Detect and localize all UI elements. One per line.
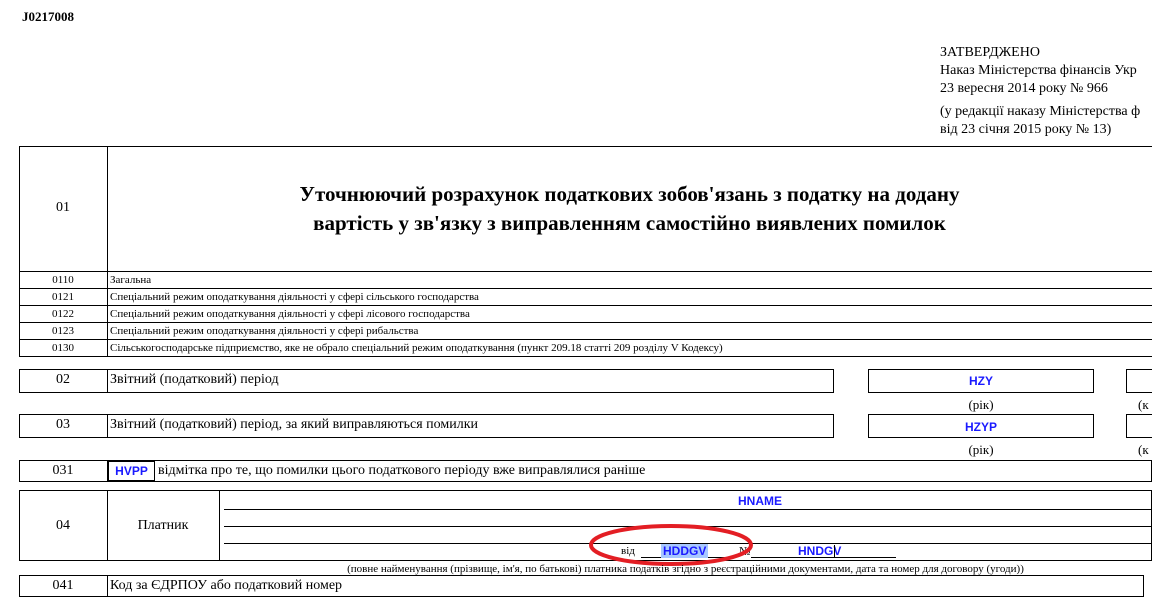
text-cursor	[834, 545, 835, 557]
payer-label: Платник	[137, 518, 189, 533]
approval-line: (у редакції наказу Міністерства ф	[940, 104, 1141, 119]
type-label: Сільськогосподарське підприємство, яке н…	[110, 342, 723, 354]
title-line: вартість у зв'язку з виправленням самост…	[313, 211, 946, 235]
corrected-year-field-code: HZYP	[964, 420, 997, 434]
type-label: Спеціальний режим оподаткування діяльнос…	[110, 325, 419, 337]
type-code: 0122	[52, 308, 74, 320]
quarter-field[interactable]	[1126, 369, 1152, 393]
approval-line: 23 вересня 2014 року № 966	[940, 81, 1108, 96]
payer-name-field-code: HNAME	[738, 494, 782, 508]
period-label: Звітний (податковий) період	[110, 372, 279, 387]
row-number: 04	[56, 518, 70, 533]
row-number: 031	[52, 463, 74, 478]
payer-caption: (повне найменування (прізвище, ім'я, по …	[347, 563, 1024, 575]
type-label: Спеціальний режим оподаткування діяльнос…	[110, 308, 470, 320]
row-number: 041	[52, 578, 74, 593]
highlight-circle	[589, 524, 753, 566]
corrected-quarter-caption: (к	[1138, 442, 1149, 457]
approval-line: Наказ Міністерства фінансів Укр	[940, 63, 1137, 78]
form-code: J0217008	[22, 9, 74, 24]
approval-line: від 23 січня 2015 року № 13)	[940, 122, 1112, 137]
section-number: 01	[56, 200, 70, 215]
row-number: 02	[56, 372, 70, 387]
type-label: Загальна	[110, 274, 152, 286]
form-title: Уточнюючий розрахунок податкових зобов'я…	[107, 180, 1152, 238]
corrected-year-caption: (рік)	[968, 442, 994, 457]
type-code: 0121	[52, 291, 74, 303]
previous-correction-field-code: HVPP	[115, 464, 148, 478]
payer-name-line[interactable]	[224, 509, 1152, 510]
corrected-period-label: Звітний (податковий) період, за який вип…	[110, 417, 479, 432]
row-number: 03	[56, 417, 70, 432]
type-code: 0123	[52, 325, 74, 337]
type-code: 0130	[52, 342, 74, 354]
quarter-caption: (к	[1138, 397, 1149, 412]
approval-stamp: ЗАТВЕРДЖЕНО Наказ Міністерства фінансів …	[940, 44, 1140, 139]
corrected-quarter-field[interactable]	[1126, 414, 1152, 438]
year-field-code: HZY	[969, 374, 993, 388]
previous-correction-label: відмітка про те, що помилки цього податк…	[158, 463, 646, 478]
type-code: 0110	[52, 274, 74, 286]
title-line: Уточнюючий розрахунок податкових зобов'я…	[299, 182, 960, 206]
year-caption: (рік)	[968, 397, 994, 412]
tax-id-label: Код за ЄДРПОУ або податковий номер	[110, 578, 343, 593]
approval-line: ЗАТВЕРДЖЕНО	[940, 45, 1040, 60]
type-label: Спеціальний режим оподаткування діяльнос…	[110, 291, 479, 303]
